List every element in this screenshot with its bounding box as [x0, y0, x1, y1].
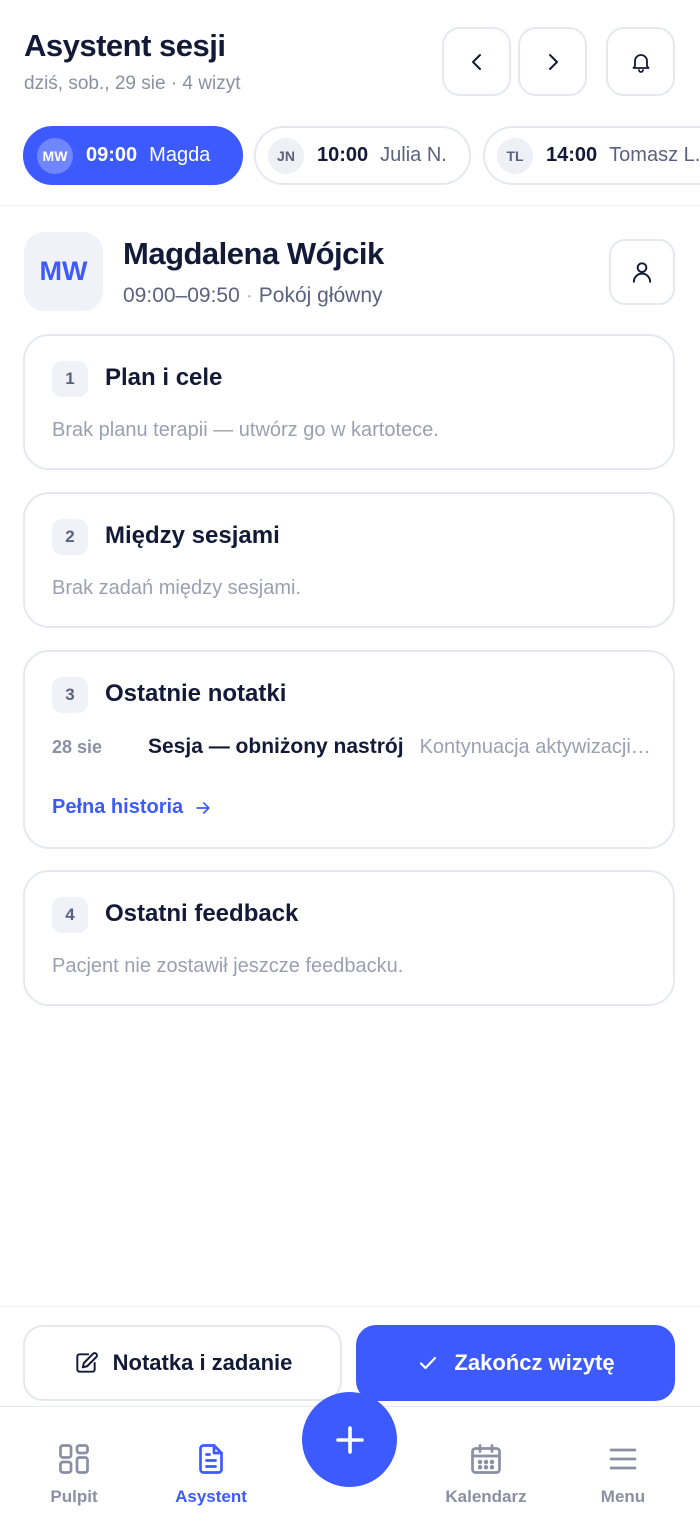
session-pill-magda[interactable]: MW 09:00 Magda [23, 126, 243, 185]
session-time: 09:00 [86, 144, 138, 166]
chevron-right-icon [548, 53, 558, 70]
nav-item-kalendarz[interactable]: Kalendarz [416, 1441, 556, 1507]
nav-label: Menu [600, 1487, 646, 1506]
session-time-range: 09:00–09:50 [123, 284, 240, 307]
nav-item-asystent[interactable]: Asystent [141, 1441, 281, 1507]
finish-visit-label: Zakończ wizytę [454, 1350, 615, 1375]
full-history-label: Pełna historia [52, 796, 184, 818]
dashboard-icon [59, 1444, 89, 1474]
patient-name: Magdalena Wójcik [123, 236, 384, 271]
session-avatar: TL [497, 137, 533, 174]
add-button[interactable] [302, 1392, 397, 1487]
nav-item-pulpit[interactable]: Pulpit [4, 1441, 144, 1507]
meta-separator: · [245, 284, 253, 307]
card-number: 4 [52, 897, 88, 933]
nav-item-menu[interactable]: Menu [553, 1441, 693, 1507]
session-pill-tomasz[interactable]: TL 14:00 Tomasz L. [483, 126, 700, 185]
session-name: Magda [149, 144, 211, 166]
top-header: Asystent sesji dziś, sob., 29 sie · 4 wi… [0, 0, 700, 206]
document-icon [199, 1444, 223, 1474]
patient-avatar: MW [24, 232, 103, 311]
prev-day-button[interactable] [442, 27, 511, 96]
user-icon [632, 262, 652, 283]
room-name: Pokój główny [258, 284, 383, 307]
card-empty-text: Brak zadań między sesjami. [52, 577, 301, 599]
note-description: Kontynuacja aktywizacji behawioralnej [419, 736, 652, 758]
nav-label: Kalendarz [445, 1487, 527, 1506]
session-avatar: MW [37, 137, 73, 174]
notifications-button[interactable] [606, 27, 675, 96]
card-title: Plan i cele [105, 364, 223, 391]
note-and-task-button[interactable]: Notatka i zadanie [23, 1325, 342, 1401]
card-title: Ostatni feedback [105, 900, 299, 927]
session-name: Tomasz L. [609, 144, 700, 166]
note-date: 28 sie [52, 737, 103, 757]
full-history-link[interactable]: Pełna historia [52, 796, 213, 819]
bell-icon [632, 53, 649, 73]
session-time: 10:00 [317, 144, 369, 166]
page-subtitle: dziś, sob., 29 sie · 4 wizyt [24, 73, 241, 94]
calendar-icon [471, 1444, 501, 1474]
note-and-task-label: Notatka i zadanie [112, 1350, 293, 1375]
nav-label: Pulpit [50, 1487, 98, 1506]
plan-card: 1 Plan i cele Brak planu terapii — utwór… [23, 334, 675, 470]
patient-profile-button[interactable] [609, 239, 675, 305]
finish-visit-button[interactable]: Zakończ wizytę [356, 1325, 675, 1401]
card-number: 1 [52, 361, 88, 397]
card-number: 2 [52, 519, 88, 555]
session-time: 14:00 [546, 144, 598, 166]
card-empty-text: Brak planu terapii — utwórz go w kartote… [52, 419, 439, 441]
note-row[interactable]: 28 sie Sesja — obniżony nastrój Kontynua… [52, 735, 652, 759]
note-title: Sesja — obniżony nastrój [148, 735, 404, 758]
next-day-button[interactable] [518, 27, 587, 96]
card-title: Ostatnie notatki [105, 680, 287, 707]
recent-notes-card: 3 Ostatnie notatki 28 sie Sesja — obniżo… [23, 650, 675, 849]
chevron-left-icon [471, 53, 481, 70]
arrow-right-icon [196, 801, 210, 814]
edit-note-icon [75, 1352, 98, 1373]
page-title: Asystent sesji [24, 28, 226, 63]
check-icon [420, 1356, 437, 1370]
session-pill-julia[interactable]: JN 10:00 Julia N. [254, 126, 471, 185]
between-sessions-card: 2 Między sesjami Brak zadań między sesja… [23, 492, 675, 628]
plus-icon [335, 1425, 364, 1454]
card-title: Między sesjami [105, 522, 280, 549]
nav-label: Asystent [175, 1487, 247, 1506]
session-avatar: JN [268, 137, 304, 174]
session-name: Julia N. [380, 144, 447, 166]
feedback-card: 4 Ostatni feedback Pacjent nie zostawił … [23, 870, 675, 1006]
card-number: 3 [52, 677, 88, 713]
menu-icon [609, 1448, 637, 1470]
patient-meta: 09:00–09:50 · Pokój główny [123, 284, 383, 308]
card-empty-text: Pacjent nie zostawił jeszcze feedbacku. [52, 955, 404, 977]
